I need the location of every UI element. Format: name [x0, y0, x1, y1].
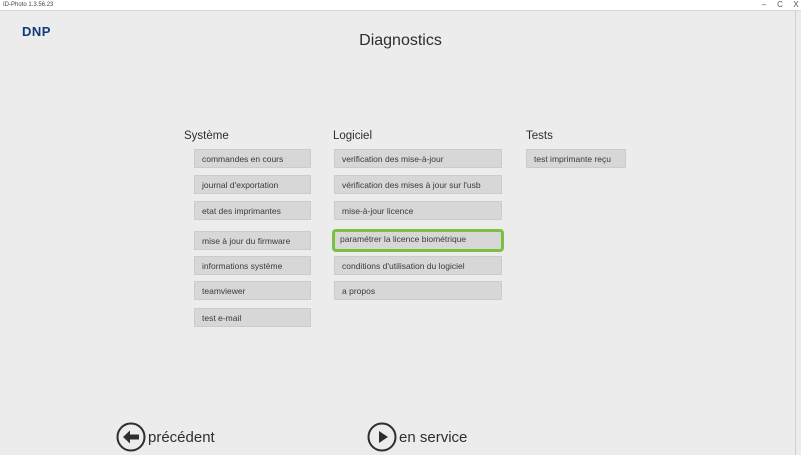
test-imprimante-recu-button[interactable]: test imprimante reçu	[526, 149, 626, 168]
teamviewer-button[interactable]: teamviewer	[194, 281, 311, 300]
en-service-button[interactable]: en service	[367, 422, 468, 452]
window-title: ID-Photo 1.3.56.23	[3, 2, 54, 8]
verification-mise-a-jour-button[interactable]: verification des mise-à-jour	[334, 149, 502, 168]
conditions-utilisation-button[interactable]: conditions d'utilisation du logiciel	[334, 256, 502, 275]
commandes-en-cours-button[interactable]: commandes en cours	[194, 149, 311, 168]
restore-button[interactable]: C	[774, 0, 786, 10]
mise-a-jour-firmware-button[interactable]: mise à jour du firmware	[194, 231, 311, 250]
window-titlebar: ID-Photo 1.3.56.23 – C X	[0, 0, 801, 11]
tests-heading: Tests	[526, 130, 553, 142]
systeme-heading: Système	[184, 130, 229, 142]
minimize-button[interactable]: –	[758, 0, 770, 10]
a-propos-button[interactable]: a propos	[334, 281, 502, 300]
back-button[interactable]: précédent	[116, 422, 215, 452]
test-email-button[interactable]: test e-mail	[194, 308, 311, 327]
parametrer-licence-biometrique-button[interactable]: paramétrer la licence biométrique	[332, 229, 504, 252]
arrow-left-circle-icon	[116, 422, 146, 452]
back-label: précédent	[148, 428, 215, 446]
play-circle-icon	[367, 422, 397, 452]
en-service-label: en service	[399, 428, 468, 446]
page-title: Diagnostics	[359, 32, 442, 49]
journal-exportation-button[interactable]: journal d'exportation	[194, 175, 311, 194]
etat-imprimantes-button[interactable]: etat des imprimantes	[194, 201, 311, 220]
mise-a-jour-licence-button[interactable]: mise-à-jour licence	[334, 201, 502, 220]
logiciel-heading: Logiciel	[333, 130, 372, 142]
informations-systeme-button[interactable]: informations système	[194, 256, 311, 275]
close-button[interactable]: X	[790, 0, 801, 10]
verification-usb-button[interactable]: vérification des mises à jour sur l'usb	[334, 175, 502, 194]
